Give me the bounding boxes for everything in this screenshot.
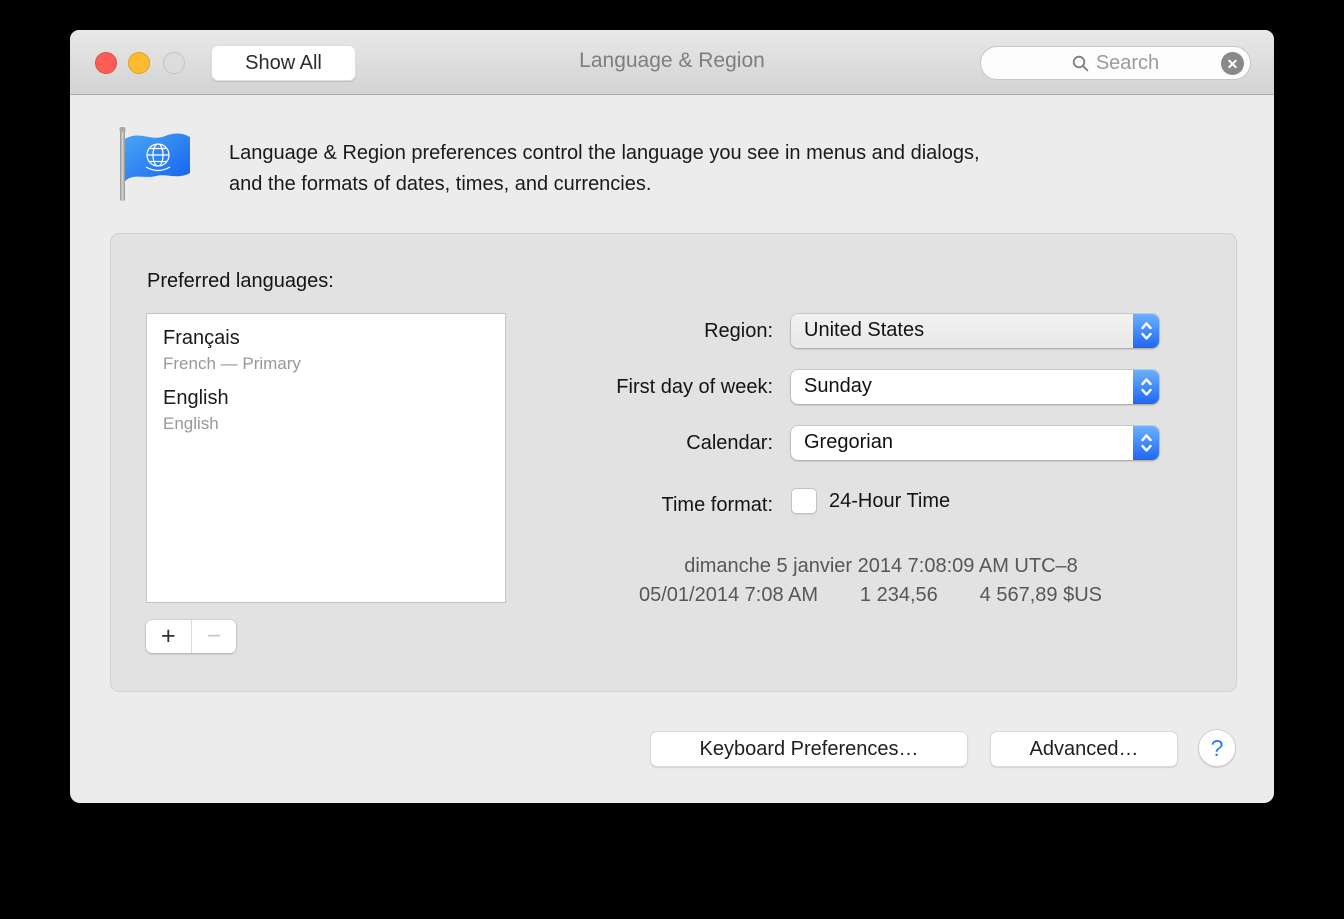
24-hour-time-label: 24-Hour Time — [829, 490, 950, 513]
preferences-window: Show All Language & Region Search ✕ — [70, 30, 1274, 803]
date-time-preview: dimanche 5 janvier 2014 7:08:09 AM UTC–8 — [541, 555, 1221, 578]
currency-preview: 4 567,89 $US — [980, 584, 1102, 607]
chevron-up-down-icon — [1133, 426, 1159, 460]
add-remove-control: + − — [146, 620, 236, 653]
minimize-button[interactable] — [128, 52, 150, 74]
chevron-up-down-icon — [1133, 314, 1159, 348]
short-date-preview: 05/01/2014 7:08 AM — [639, 584, 818, 607]
clear-search-icon[interactable]: ✕ — [1221, 52, 1244, 75]
24-hour-time-checkbox[interactable] — [791, 488, 817, 514]
first-day-select[interactable]: Sunday — [791, 370, 1159, 404]
chevron-up-down-icon — [1133, 370, 1159, 404]
preferred-languages-list[interactable]: Français French — Primary English Englis… — [146, 313, 506, 603]
number-preview: 1 234,56 — [860, 584, 938, 607]
region-label: Region: — [411, 320, 773, 343]
language-region-panel: Preferred languages: Français French — P… — [110, 233, 1237, 692]
preferred-languages-label: Preferred languages: — [147, 270, 334, 293]
advanced-button[interactable]: Advanced… — [990, 731, 1178, 767]
add-language-button[interactable]: + — [146, 620, 191, 653]
toolbar: Show All Language & Region Search ✕ — [70, 30, 1274, 95]
zoom-button-disabled — [163, 52, 185, 74]
keyboard-preferences-button[interactable]: Keyboard Preferences… — [650, 731, 968, 767]
show-all-button[interactable]: Show All — [211, 45, 356, 81]
first-day-label: First day of week: — [411, 376, 773, 399]
search-placeholder: Search — [1096, 52, 1159, 75]
search-input[interactable]: Search ✕ — [980, 46, 1251, 80]
panel-description: Language & Region preferences control th… — [229, 138, 980, 200]
close-button[interactable] — [95, 52, 117, 74]
un-flag-icon — [112, 123, 196, 205]
format-preview-row: 05/01/2014 7:08 AM 1 234,56 4 567,89 $US — [639, 584, 1102, 607]
help-button[interactable]: ? — [1198, 729, 1236, 767]
region-select[interactable]: United States — [791, 314, 1159, 348]
remove-language-button[interactable]: − — [191, 620, 237, 653]
calendar-label: Calendar: — [411, 432, 773, 455]
calendar-select[interactable]: Gregorian — [791, 426, 1159, 460]
time-format-label: Time format: — [411, 494, 773, 517]
search-icon — [1072, 55, 1089, 72]
